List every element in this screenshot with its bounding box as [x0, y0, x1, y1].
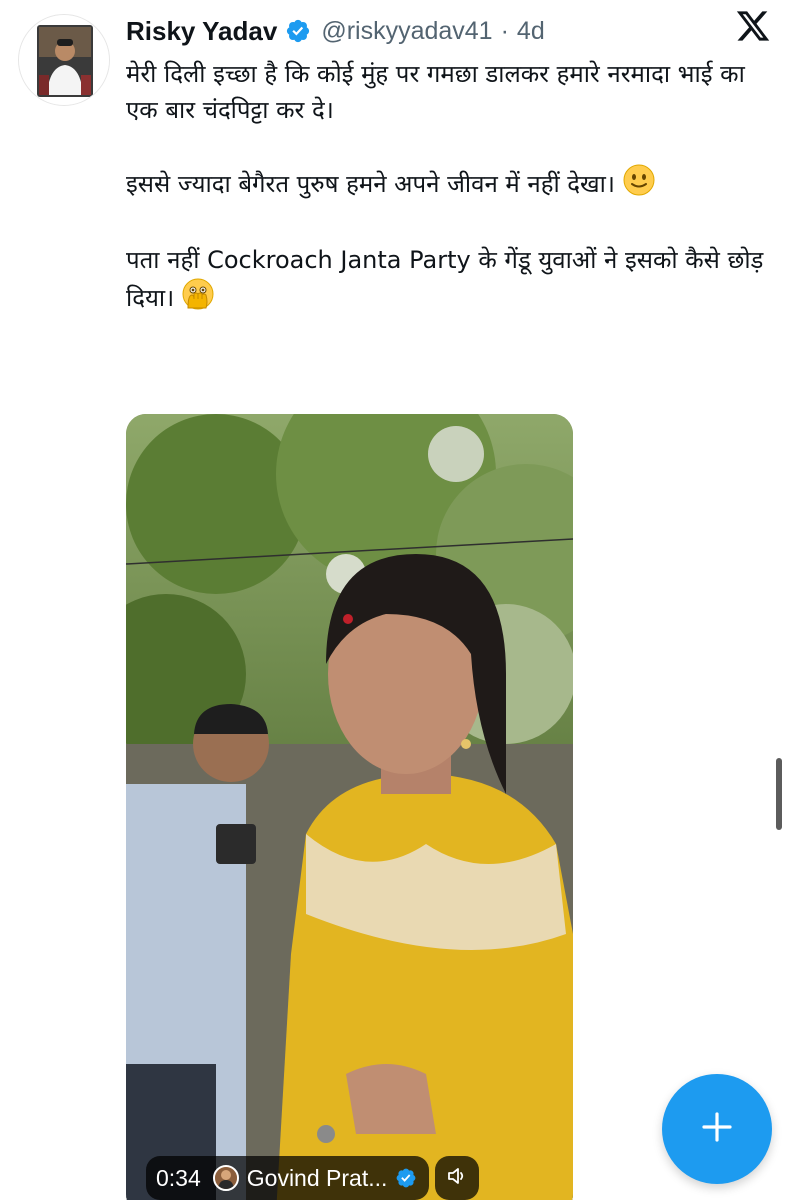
verified-badge-icon: [395, 1167, 417, 1189]
timestamp[interactable]: 4d: [517, 17, 545, 46]
x-logo-icon: [734, 8, 772, 44]
tweet-header: Risky Yadav @riskyyadav41 · 4d: [126, 14, 545, 48]
video-duration: 0:34: [156, 1164, 201, 1191]
video-frame: [126, 414, 573, 1200]
tweet-screen: Risky Yadav @riskyyadav41 · 4d मेरी दिली…: [0, 0, 789, 1200]
video-info-pill[interactable]: 0:34 Govind Prat...: [146, 1156, 430, 1200]
tweet-paragraph-2: इससे ज्यादा बेगैरत पुरुष हमने अपने जीवन …: [126, 164, 766, 206]
speaker-icon: [445, 1164, 469, 1193]
video-player[interactable]: 0:34 Govind Prat...: [126, 414, 573, 1200]
handle[interactable]: @riskyyadav41: [321, 17, 492, 46]
video-author: Govind Prat...: [246, 1164, 388, 1191]
display-name[interactable]: Risky Yadav: [126, 16, 277, 47]
tweet-paragraph-3: पता नहीं Cockroach Janta Party के गेंडू …: [126, 242, 766, 320]
author-avatar: [212, 1165, 239, 1191]
separator-dot: ·: [500, 16, 509, 45]
tweet-paragraph-3-text: पता नहीं Cockroach Janta Party के गेंडू …: [126, 246, 764, 312]
verified-badge-icon: [285, 18, 311, 44]
mute-button[interactable]: [435, 1156, 480, 1200]
tweet-paragraph-1: मेरी दिली इच्छा है कि कोई मुंह पर गमछा ड…: [126, 60, 745, 124]
avatar[interactable]: [18, 14, 110, 106]
slightly-smiling-face-emoji: [623, 164, 655, 206]
plus-icon: [699, 1109, 735, 1150]
tweet-paragraph-2-text: इससे ज्यादा बेगैरत पुरुष हमने अपने जीवन …: [126, 170, 615, 198]
compose-button[interactable]: [662, 1074, 772, 1184]
scrollbar-thumb[interactable]: [776, 758, 782, 830]
face-with-open-eyes-and-hand-over-mouth-emoji: [182, 278, 214, 320]
tweet-text: मेरी दिली इच्छा है कि कोई मुंह पर गमछा ड…: [126, 56, 766, 320]
video-controls: 0:34 Govind Prat...: [146, 1156, 480, 1200]
